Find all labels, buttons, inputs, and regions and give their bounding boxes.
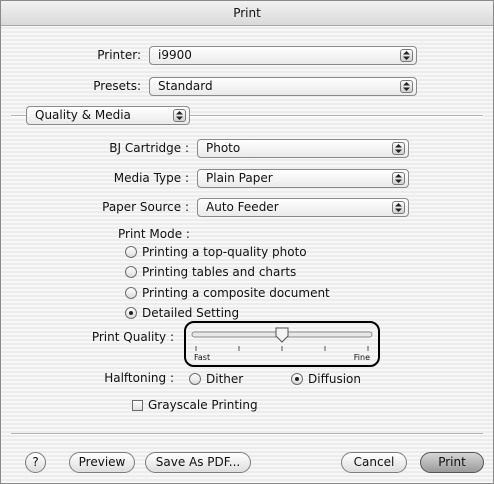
radio-label: Printing a top-quality photo: [142, 245, 307, 259]
slider-max-label: Fine: [353, 353, 370, 362]
cartridge-popup[interactable]: Photo: [197, 139, 409, 158]
radio-detailed-setting[interactable]: Detailed Setting: [125, 305, 239, 321]
radio-tables-charts[interactable]: Printing tables and charts: [125, 264, 296, 280]
radio-label: Detailed Setting: [142, 306, 240, 320]
print-quality-slider[interactable]: [188, 326, 376, 356]
presets-label: Presets:: [93, 79, 141, 93]
popup-arrows-icon: [392, 172, 405, 185]
print-quality-label: Print Quality :: [91, 330, 174, 344]
paper-source-label: Paper Source :: [102, 200, 189, 214]
radio-label: Dither: [206, 372, 244, 386]
printer-label: Printer:: [97, 48, 141, 62]
radio-button-selected-icon: [125, 307, 137, 319]
cartridge-label: BJ Cartridge :: [109, 141, 189, 155]
radio-button-icon: [189, 373, 201, 385]
popup-arrows-icon: [173, 109, 186, 122]
printer-value: i9900: [158, 48, 192, 62]
popup-arrows-icon: [392, 142, 405, 155]
window-title: Print: [1, 1, 493, 26]
radio-composite-document[interactable]: Printing a composite document: [125, 285, 330, 301]
media-type-popup[interactable]: Plain Paper: [197, 169, 409, 188]
radio-label: Printing a composite document: [142, 286, 330, 300]
radio-label: Diffusion: [308, 372, 361, 386]
radio-top-quality-photo[interactable]: Printing a top-quality photo: [125, 244, 307, 260]
cartridge-value: Photo: [206, 141, 241, 155]
footer-divider: [11, 433, 483, 435]
paper-source-popup[interactable]: Auto Feeder: [197, 198, 409, 217]
halftoning-label: Halftoning :: [104, 371, 174, 385]
popup-arrows-icon: [392, 201, 405, 214]
print-button[interactable]: Print: [420, 452, 484, 473]
radio-button-icon: [125, 266, 137, 278]
print-mode-label: Print Mode :: [118, 227, 190, 241]
paper-source-value: Auto Feeder: [206, 200, 279, 214]
radio-label: Printing tables and charts: [142, 265, 297, 279]
panel-menu-popup[interactable]: Quality & Media: [26, 106, 190, 125]
popup-arrows-icon: [400, 49, 413, 62]
radio-button-icon: [125, 287, 137, 299]
radio-button-icon: [125, 246, 137, 258]
radio-diffusion[interactable]: Diffusion: [291, 371, 361, 387]
popup-arrows-icon: [400, 80, 413, 93]
presets-popup[interactable]: Standard: [149, 77, 417, 96]
save-as-pdf-button[interactable]: Save As PDF...: [145, 452, 251, 473]
radio-button-selected-icon: [291, 373, 303, 385]
grayscale-checkbox[interactable]: Grayscale Printing: [132, 397, 258, 413]
panel-menu-value: Quality & Media: [35, 108, 131, 122]
slider-min-label: Fast: [194, 353, 211, 362]
print-dialog: Print Printer: i9900 Presets: Standard Q…: [0, 0, 494, 484]
slider-ticks: [195, 346, 369, 351]
preview-button[interactable]: Preview: [69, 452, 135, 473]
media-type-label: Media Type :: [113, 171, 189, 185]
cancel-button[interactable]: Cancel: [341, 452, 407, 473]
printer-popup[interactable]: i9900: [149, 46, 417, 65]
radio-dither[interactable]: Dither: [189, 371, 243, 387]
help-button[interactable]: ?: [25, 452, 46, 473]
presets-value: Standard: [158, 79, 213, 93]
media-type-value: Plain Paper: [206, 171, 273, 185]
slider-thumb[interactable]: [275, 327, 289, 343]
checkbox-icon: [132, 400, 143, 411]
grayscale-label: Grayscale Printing: [148, 398, 258, 412]
print-quality-highlight: Fast Fine: [184, 321, 380, 367]
